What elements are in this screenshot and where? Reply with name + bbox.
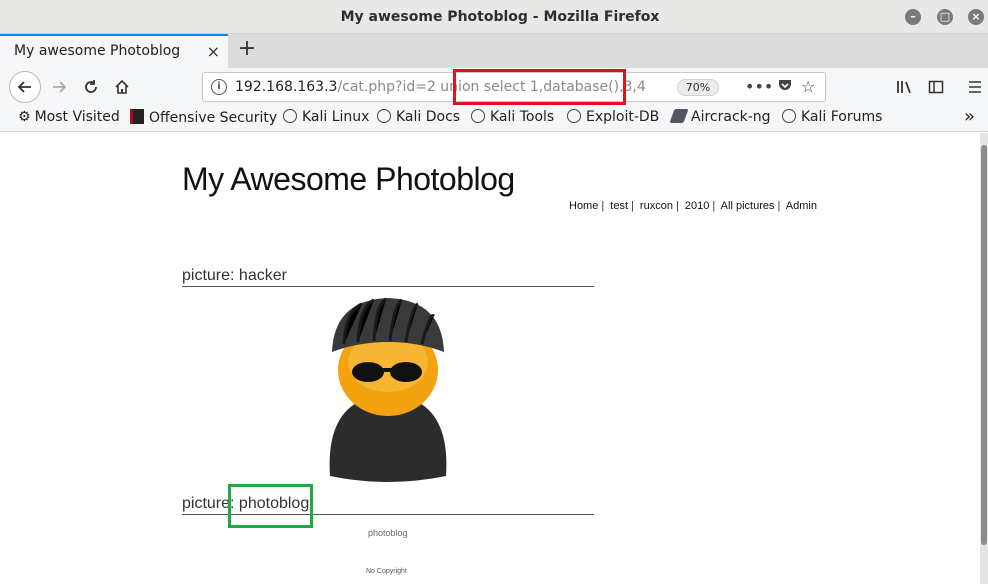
- site-nav: Home | test | ruxcon | 2010 | All pictures | …: [569, 200, 817, 212]
- reload-button[interactable]: [76, 72, 106, 102]
- bookmark-label: Exploit-DB: [586, 109, 660, 125]
- bookmark-label: Kali Linux: [302, 109, 370, 125]
- forward-arrow-icon: [53, 81, 67, 93]
- nav-link-all-pictures[interactable]: All pictures: [721, 200, 775, 212]
- nav-link-home[interactable]: Home: [569, 200, 598, 212]
- home-icon: [115, 79, 129, 94]
- bookmark-kali-docs[interactable]: Kali Docs: [377, 109, 460, 125]
- home-button[interactable]: [107, 72, 137, 102]
- nav-link-2010[interactable]: 2010: [685, 200, 709, 212]
- sidebar-button[interactable]: [921, 72, 951, 102]
- zoom-badge[interactable]: 70%: [677, 79, 719, 96]
- hacker-glasses-left: [352, 362, 384, 382]
- database-name-highlight: [228, 484, 313, 528]
- library-icon: [897, 81, 911, 94]
- hacker-glasses-right: [390, 362, 422, 382]
- tab-label: My awesome Photoblog: [14, 43, 181, 59]
- bookmark-label: Kali Forums: [801, 109, 883, 125]
- globe-icon: [283, 109, 297, 123]
- bookmark-offensive-security[interactable]: Offensive Security: [130, 109, 277, 126]
- new-tab-button[interactable]: +: [236, 38, 258, 62]
- bookmark-aircrack-ng[interactable]: Aircrack-ng: [669, 109, 771, 125]
- window-titlebar: My awesome Photoblog - Mozilla Firefox –…: [0, 0, 988, 34]
- bookmark-exploit-db[interactable]: Exploit-DB: [567, 109, 659, 125]
- bookmark-kali-forums[interactable]: Kali Forums: [782, 109, 882, 125]
- globe-icon: [471, 109, 485, 123]
- bookmarks-overflow-icon[interactable]: »: [964, 106, 975, 127]
- close-window-icon[interactable]: ×: [968, 9, 984, 25]
- forward-button[interactable]: [44, 72, 74, 102]
- back-arrow-icon: [17, 81, 31, 93]
- page-content: [6, 133, 980, 584]
- bookmark-label: Aircrack-ng: [691, 109, 771, 125]
- bookmark-label: Kali Tools: [490, 109, 555, 125]
- page-actions-icon[interactable]: •••: [745, 77, 773, 96]
- sql-injection-highlight: [453, 69, 626, 105]
- bookmark-most-visited[interactable]: ⚙ Most Visited: [18, 109, 120, 125]
- tab-strip: My awesome Photoblog × +: [0, 34, 988, 68]
- nav-link-admin[interactable]: Admin: [786, 200, 817, 212]
- info-icon[interactable]: i: [211, 79, 227, 95]
- vertical-scrollbar[interactable]: [980, 133, 988, 584]
- picture-caption: photoblog: [368, 528, 408, 538]
- bookmark-label: Kali Docs: [396, 109, 461, 125]
- menu-button[interactable]: [960, 72, 988, 102]
- picture-heading-hacker[interactable]: picture: hacker: [182, 267, 594, 287]
- bookmark-label: Most Visited: [34, 109, 120, 125]
- globe-icon: [782, 109, 796, 123]
- back-button[interactable]: [9, 71, 41, 103]
- window-title: My awesome Photoblog - Mozilla Firefox: [340, 9, 660, 25]
- aircrack-icon: [669, 109, 689, 123]
- maximize-icon[interactable]: □: [937, 9, 953, 25]
- bookmark-kali-tools[interactable]: Kali Tools: [471, 109, 554, 125]
- offsec-icon: [130, 109, 144, 124]
- reload-icon: [85, 80, 97, 93]
- site-title: My Awesome Photoblog: [182, 161, 515, 197]
- nav-link-ruxcon[interactable]: ruxcon: [640, 200, 673, 212]
- globe-icon: [567, 109, 581, 123]
- gear-icon: ⚙: [18, 109, 31, 125]
- bookmark-kali-linux[interactable]: Kali Linux: [283, 109, 369, 125]
- tab-photoblog[interactable]: My awesome Photoblog ×: [0, 34, 228, 68]
- bookmarks-toolbar: ⚙ Most Visited Offensive Security Kali Li…: [0, 106, 988, 132]
- bookmark-star-icon[interactable]: ☆: [801, 77, 815, 96]
- hamburger-menu-icon: [969, 81, 981, 93]
- globe-icon: [377, 109, 391, 123]
- site-footer: No Copyright: [366, 568, 407, 575]
- hacker-image[interactable]: [322, 296, 454, 484]
- pocket-icon[interactable]: [777, 77, 793, 97]
- library-button[interactable]: [890, 72, 920, 102]
- url-host: 192.168.163.3: [235, 79, 338, 95]
- close-tab-icon[interactable]: ×: [207, 42, 220, 61]
- scrollbar-thumb[interactable]: [981, 145, 987, 545]
- sidebar-icon: [928, 80, 944, 94]
- minimize-icon[interactable]: –: [905, 9, 921, 25]
- nav-link-test[interactable]: test: [610, 200, 628, 212]
- bookmark-label: Offensive Security: [149, 110, 278, 126]
